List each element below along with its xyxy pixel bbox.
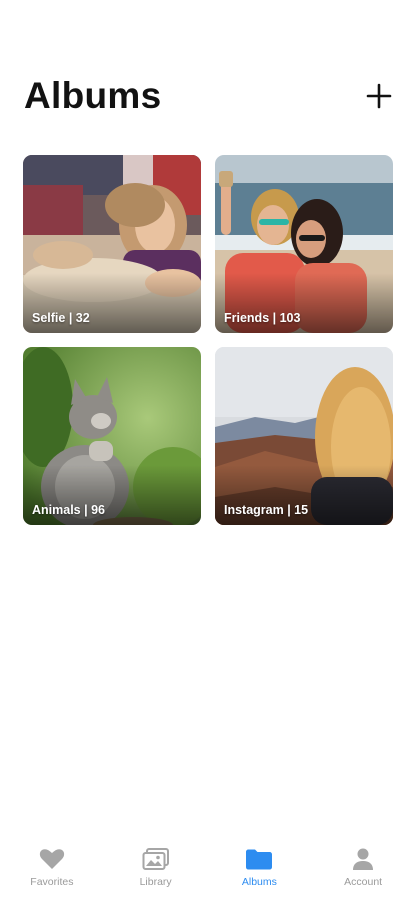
album-card-animals[interactable]: Animals | 96	[23, 347, 201, 525]
albums-grid: Selfie | 32 Friends | 103 Animals | 96 I…	[23, 155, 393, 525]
album-card-selfie[interactable]: Selfie | 32	[23, 155, 201, 333]
album-label: Animals | 96	[32, 503, 105, 517]
album-label: Friends | 103	[224, 311, 301, 325]
photo-stack-icon	[142, 846, 170, 872]
album-card-friends[interactable]: Friends | 103	[215, 155, 393, 333]
person-icon	[349, 846, 377, 872]
plus-icon	[366, 83, 392, 109]
page-title: Albums	[24, 75, 162, 116]
tab-account[interactable]: Account	[311, 838, 415, 900]
folder-icon	[245, 846, 273, 872]
heart-icon	[38, 846, 66, 872]
album-card-instagram[interactable]: Instagram | 15	[215, 347, 393, 525]
tab-label: Favorites	[30, 876, 74, 888]
tab-label: Albums	[241, 876, 277, 888]
tab-favorites[interactable]: Favorites	[0, 838, 104, 900]
tab-library[interactable]: Library	[104, 838, 208, 900]
album-label: Selfie | 32	[32, 311, 90, 325]
tab-label: Library	[139, 876, 172, 888]
bottom-tab-bar: Favorites Library Albums Account	[0, 838, 415, 900]
header: Albums	[24, 74, 395, 118]
tab-albums[interactable]: Albums	[208, 838, 312, 900]
tab-label: Account	[344, 876, 383, 888]
album-label: Instagram | 15	[224, 503, 309, 517]
add-album-button[interactable]	[363, 80, 395, 112]
